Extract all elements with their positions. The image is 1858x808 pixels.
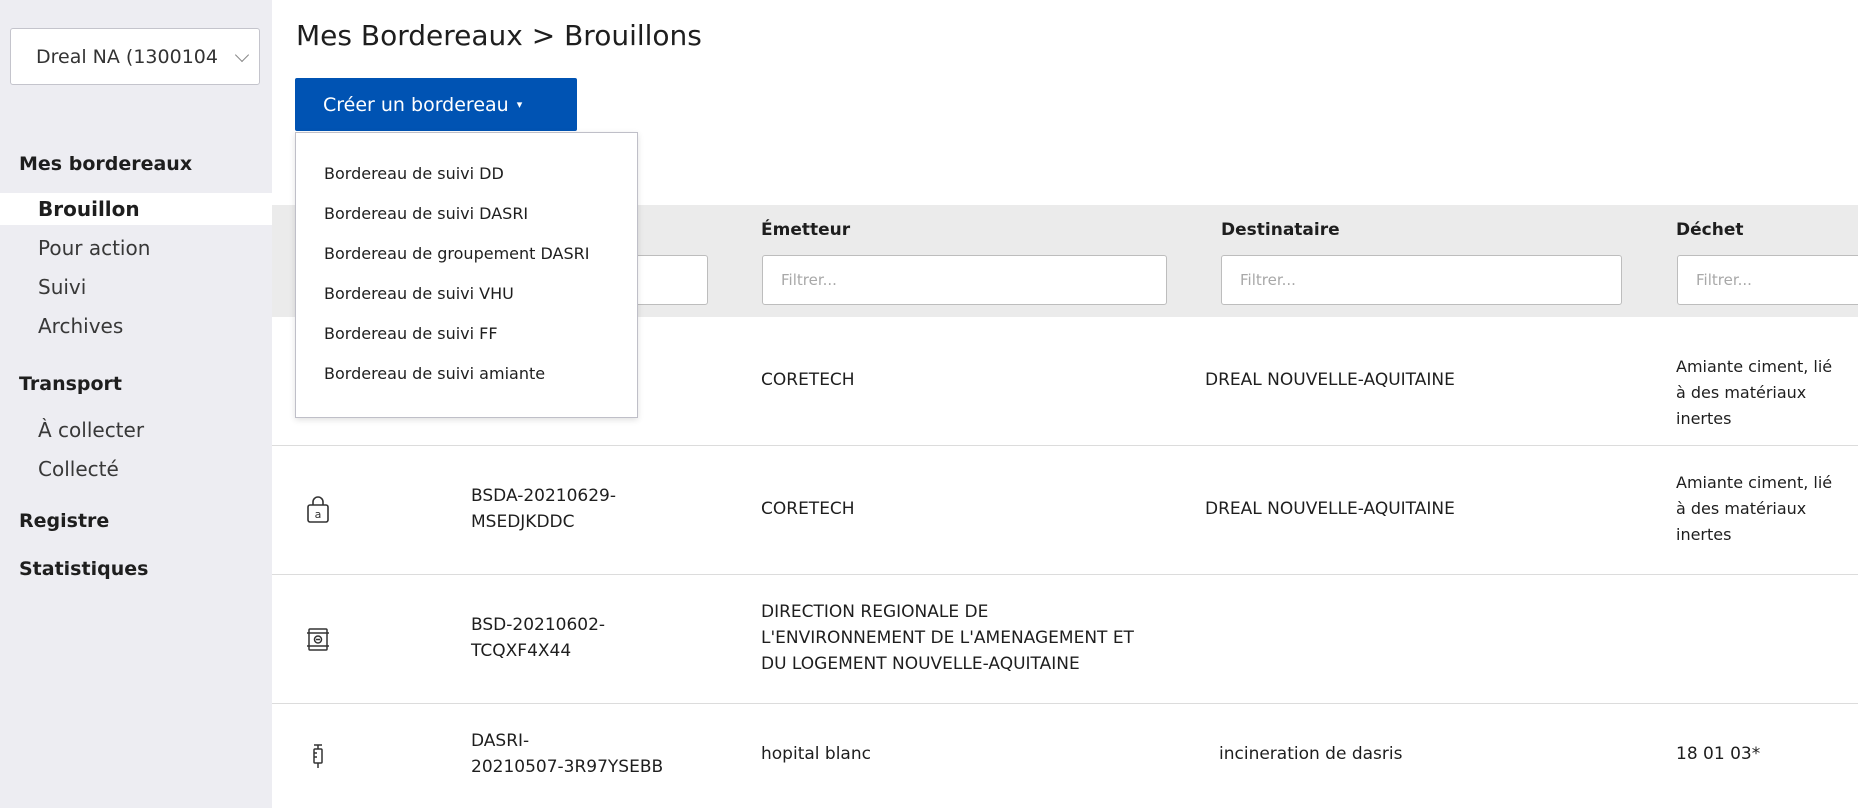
sidebar-item-archives[interactable]: Archives	[0, 310, 272, 342]
emitter-cell: hopital blanc	[761, 744, 871, 764]
table-row[interactable]: BSD-20210602- TCQXF4X44 DIRECTION REGION…	[272, 575, 1858, 704]
column-header-destinataire[interactable]: Destinataire	[1221, 220, 1340, 240]
menu-item-bordereau-suivi-dasri[interactable]: Bordereau de suivi DASRI	[324, 204, 528, 223]
sidebar-item-collecte[interactable]: Collecté	[0, 453, 272, 485]
sidebar-item-pour-action[interactable]: Pour action	[0, 232, 272, 264]
waste-cell-line: inertes	[1676, 525, 1732, 544]
sidebar-item-a-collecter[interactable]: À collecter	[0, 414, 272, 446]
recipient-cell: DREAL NOUVELLE-AQUITAINE	[1205, 370, 1455, 390]
caret-down-icon: ▾	[516, 98, 523, 111]
bag-a-icon: a	[304, 496, 332, 524]
recipient-cell: DREAL NOUVELLE-AQUITAINE	[1205, 499, 1455, 519]
waste-cell-line: Amiante ciment, lié	[1676, 357, 1833, 376]
filter-input-dechet[interactable]	[1677, 255, 1858, 305]
waste-cell-line: à des matériaux	[1676, 499, 1807, 518]
filter-input-emetteur[interactable]	[762, 255, 1167, 305]
organization-select-value: Dreal NA (1300104	[36, 45, 218, 68]
column-header-dechet[interactable]: Déchet	[1676, 220, 1743, 240]
sidebar-item-suivi[interactable]: Suivi	[0, 271, 272, 303]
bordereau-id-line: MSEDJKDDC	[471, 512, 575, 532]
menu-item-bordereau-groupement-dasri[interactable]: Bordereau de groupement DASRI	[324, 244, 589, 263]
menu-item-bordereau-suivi-dd[interactable]: Bordereau de suivi DD	[324, 164, 504, 183]
waste-cell-line: inertes	[1676, 409, 1732, 428]
bordereau-id-line: TCQXF4X44	[471, 641, 572, 661]
syringe-icon	[304, 742, 332, 770]
recipient-cell: incineration de dasris	[1219, 744, 1403, 764]
table-row[interactable]: a BSDA-20210629- MSEDJKDDC CORETECH DREA…	[272, 446, 1858, 575]
sidebar-heading-mes-bordereaux: Mes bordereaux	[19, 153, 193, 175]
svg-text:a: a	[315, 508, 322, 521]
waste-cell-line: à des matériaux	[1676, 383, 1807, 402]
waste-cell: 18 01 03*	[1676, 744, 1761, 764]
bordereau-id-line: 20210507-3R97YSEBB	[471, 757, 664, 777]
emitter-cell: CORETECH	[761, 499, 855, 519]
table-row[interactable]: DASRI- 20210507-3R97YSEBB hopital blanc …	[272, 704, 1858, 808]
organization-select[interactable]: Dreal NA (1300104	[10, 28, 260, 85]
menu-item-bordereau-suivi-ff[interactable]: Bordereau de suivi FF	[324, 324, 498, 343]
chevron-down-icon	[234, 47, 250, 63]
sidebar-item-statistiques[interactable]: Statistiques	[19, 558, 148, 580]
page-title: Mes Bordereaux > Brouillons	[296, 19, 702, 52]
bordereau-id-line: DASRI-	[471, 731, 530, 751]
emitter-cell-line: DU LOGEMENT NOUVELLE-AQUITAINE	[761, 654, 1080, 674]
barrel-icon	[304, 625, 332, 653]
bordereau-id-line: BSD-20210602-	[471, 615, 606, 635]
app-root: Dreal NA (1300104 Mes bordereaux Brouill…	[0, 0, 1858, 808]
menu-item-bordereau-suivi-amiante[interactable]: Bordereau de suivi amiante	[324, 364, 545, 383]
waste-cell-line: Amiante ciment, lié	[1676, 473, 1833, 492]
emitter-cell-line: DIRECTION REGIONALE DE	[761, 602, 989, 622]
emitter-cell-line: L'ENVIRONNEMENT DE L'AMENAGEMENT ET	[761, 628, 1134, 648]
bordereau-id-line: BSDA-20210629-	[471, 486, 616, 506]
sidebar-heading-transport[interactable]: Transport	[19, 373, 122, 395]
create-bordereau-dropdown-menu: Bordereau de suivi DD Bordereau de suivi…	[295, 132, 638, 418]
column-header-emetteur[interactable]: Émetteur	[761, 220, 850, 240]
sidebar-item-brouillon[interactable]: Brouillon	[0, 193, 272, 225]
create-bordereau-button[interactable]: Créer un bordereau ▾	[295, 78, 577, 131]
menu-item-bordereau-suivi-vhu[interactable]: Bordereau de suivi VHU	[324, 284, 514, 303]
emitter-cell: CORETECH	[761, 370, 855, 390]
sidebar: Dreal NA (1300104 Mes bordereaux Brouill…	[0, 0, 272, 808]
filter-input-destinataire[interactable]	[1221, 255, 1622, 305]
create-bordereau-label: Créer un bordereau	[323, 93, 509, 116]
sidebar-item-registre[interactable]: Registre	[19, 510, 109, 532]
